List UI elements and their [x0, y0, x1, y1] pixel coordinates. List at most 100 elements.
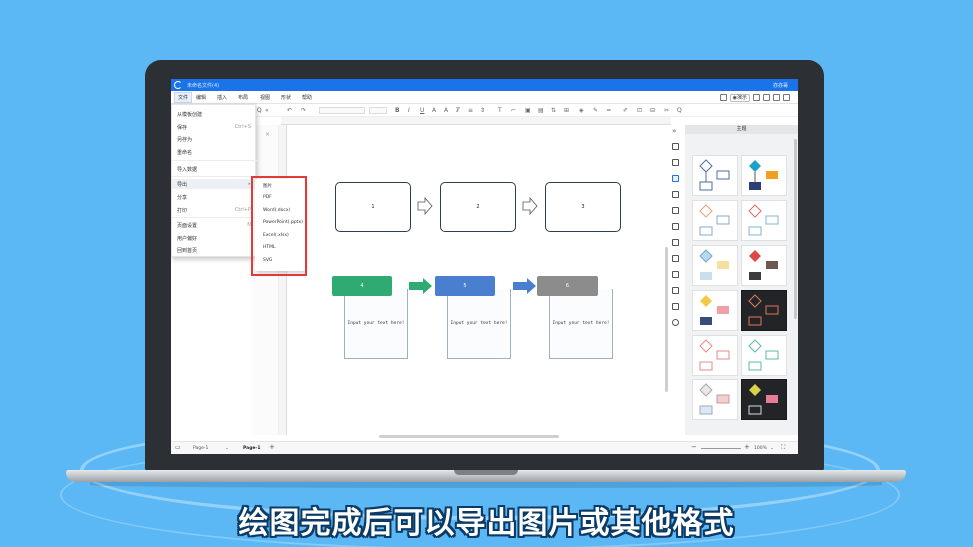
step-header-4[interactable]: 4: [332, 276, 392, 296]
line-spacing-icon[interactable]: ⇕: [480, 107, 485, 114]
menu-item-export[interactable]: 导出 ▸: [177, 181, 251, 188]
fill-icon[interactable]: ◈: [579, 107, 584, 114]
clear-format-icon[interactable]: Ⱦ: [456, 107, 460, 114]
menu-item-from-template[interactable]: 从模板创建: [177, 111, 251, 118]
font-size-select[interactable]: [369, 107, 387, 114]
chevron-down-icon[interactable]: ⌄: [225, 446, 229, 451]
menu-item-share[interactable]: 分享: [177, 194, 251, 201]
theme-icon[interactable]: [672, 175, 679, 182]
bookmark-icon[interactable]: [672, 207, 679, 214]
theme-thumb[interactable]: [741, 155, 787, 196]
text-card-1[interactable]: Input your text here!: [344, 289, 408, 359]
page-style-icon[interactable]: [672, 159, 679, 166]
theme-thumb[interactable]: [741, 245, 787, 286]
print-icon[interactable]: [773, 94, 780, 101]
data-icon[interactable]: [672, 223, 679, 230]
file-title[interactable]: 未命名文件(4): [187, 82, 219, 89]
menu-file[interactable]: 文件: [174, 92, 193, 103]
expand-panel-icon[interactable]: »: [672, 127, 676, 135]
theme-thumb[interactable]: [692, 200, 738, 241]
bold-icon[interactable]: B: [395, 107, 400, 114]
menu-item-save[interactable]: 保存 Ctrl+S: [177, 124, 251, 131]
lock-icon[interactable]: ⊡: [637, 107, 642, 114]
zoom-slider[interactable]: [701, 448, 741, 449]
menu-edit[interactable]: 编辑: [196, 94, 206, 101]
tools-icon[interactable]: ✂: [664, 107, 669, 114]
drawing-canvas[interactable]: 1 2 3 Input your text here! 4 Input your…: [287, 125, 669, 435]
collapse-icon[interactable]: «: [265, 107, 269, 114]
font-color-icon[interactable]: A: [444, 107, 448, 114]
process-box-2[interactable]: 2: [440, 182, 516, 232]
theme-thumb[interactable]: [692, 290, 738, 331]
text-icon[interactable]: T: [498, 107, 502, 114]
distribute-icon[interactable]: ⊞: [564, 107, 569, 114]
horizontal-scrollbar[interactable]: [379, 435, 559, 438]
demo-button[interactable]: ◉演示: [729, 93, 750, 102]
layer-icon[interactable]: ▤: [538, 107, 544, 114]
find-icon[interactable]: Q: [677, 107, 682, 114]
text-card-2[interactable]: Input your text here!: [447, 289, 511, 359]
history-icon[interactable]: [672, 319, 679, 326]
theme-thumb[interactable]: [741, 200, 787, 241]
theme-thumb[interactable]: [741, 335, 787, 376]
image-icon[interactable]: ▣: [525, 107, 531, 114]
text-card-3[interactable]: Input your text here!: [549, 289, 613, 359]
edit-icon[interactable]: ✐: [623, 107, 628, 114]
redo-icon[interactable]: ↷: [301, 107, 306, 114]
theme-thumb[interactable]: [692, 335, 738, 376]
zoom-in-icon[interactable]: +: [744, 443, 750, 451]
zoom-out-icon[interactable]: −: [691, 443, 697, 451]
theme-thumb[interactable]: [692, 379, 738, 420]
vertical-scrollbar[interactable]: [665, 247, 668, 392]
download-icon[interactable]: [763, 94, 770, 101]
fullscreen-icon[interactable]: [672, 303, 679, 310]
step-header-6[interactable]: 6: [537, 276, 598, 296]
arrow-blue[interactable]: [513, 278, 537, 294]
arrow-outline-1[interactable]: [417, 197, 433, 215]
menu-shape[interactable]: 形状: [281, 94, 291, 101]
zoom-level[interactable]: 100%: [754, 446, 767, 451]
theme-thumb-dark[interactable]: [741, 290, 787, 331]
menu-item-rename[interactable]: 重命名: [177, 149, 251, 156]
pen-icon[interactable]: ✎: [593, 107, 598, 114]
arrow-outline-2[interactable]: [522, 197, 538, 215]
settings-icon[interactable]: [783, 94, 790, 101]
fit-screen-icon[interactable]: ⛶: [781, 444, 785, 452]
share-icon[interactable]: [719, 94, 727, 101]
page-tab[interactable]: Page-1: [243, 446, 261, 451]
menu-view[interactable]: 视图: [260, 94, 270, 101]
process-box-3[interactable]: 3: [545, 182, 621, 232]
layers-icon[interactable]: [672, 191, 679, 198]
underline-icon[interactable]: U: [420, 107, 424, 114]
font-family-select[interactable]: [319, 107, 365, 114]
attachment-icon[interactable]: [672, 271, 679, 278]
structure-icon[interactable]: [672, 255, 679, 262]
menu-insert[interactable]: 插入: [217, 94, 227, 101]
theme-thumb[interactable]: [692, 245, 738, 286]
menu-item-import-data[interactable]: 导入数据: [177, 166, 251, 173]
chevron-down-icon[interactable]: ⌄: [770, 446, 774, 451]
menu-help[interactable]: 帮助: [302, 94, 312, 101]
align-icon[interactable]: ≡: [468, 107, 473, 114]
process-box-1[interactable]: 1: [335, 182, 411, 232]
step-header-5[interactable]: 5: [435, 276, 495, 296]
user-name[interactable]: 亦亦哥: [773, 82, 788, 89]
menu-item-page-setup[interactable]: 页面设置 N: [177, 222, 251, 229]
arrow-green[interactable]: [409, 278, 433, 294]
page-select[interactable]: Page-1: [193, 446, 208, 451]
image-panel-icon[interactable]: [672, 239, 679, 246]
line-style-icon[interactable]: ═: [607, 107, 611, 114]
menu-item-print[interactable]: 打印 Ctrl+P: [177, 207, 251, 214]
theme-panel-scrollbar[interactable]: [794, 139, 797, 319]
theme-thumb[interactable]: [692, 155, 738, 196]
menu-item-preferences[interactable]: 用户偏好: [177, 235, 251, 242]
arrange-icon[interactable]: ⇅: [551, 107, 556, 114]
fill-style-icon[interactable]: [672, 143, 679, 150]
save-icon[interactable]: [753, 94, 760, 101]
page-view-icon[interactable]: ▭: [175, 444, 181, 451]
list-icon[interactable]: [672, 287, 679, 294]
strikethrough-icon[interactable]: A: [432, 107, 436, 114]
menu-item-home[interactable]: 回到首页: [177, 247, 251, 254]
menu-layout[interactable]: 布局: [238, 94, 248, 101]
theme-thumb-dark[interactable]: [741, 379, 787, 420]
